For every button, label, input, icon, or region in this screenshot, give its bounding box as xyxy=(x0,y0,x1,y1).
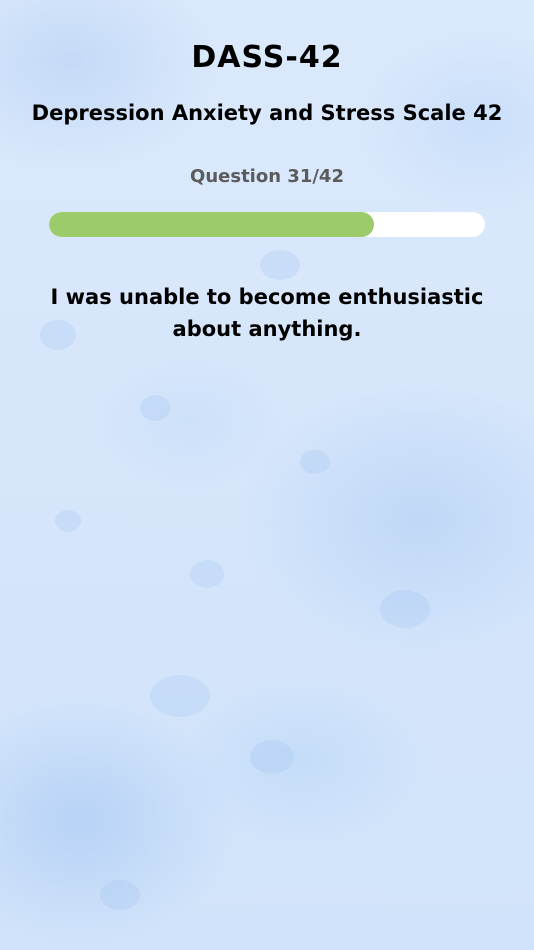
question-text: I was unable to become enthusiastic abou… xyxy=(50,285,484,341)
page-subtitle: Depression Anxiety and Stress Scale 42 xyxy=(31,101,503,125)
quiz-screen: DASS-42 Depression Anxiety and Stress Sc… xyxy=(0,0,534,950)
progress-bar xyxy=(49,212,485,237)
progress-bar-fill xyxy=(49,212,374,237)
page-title: DASS-42 xyxy=(191,40,343,75)
question-counter: Question 31/42 xyxy=(190,166,344,187)
